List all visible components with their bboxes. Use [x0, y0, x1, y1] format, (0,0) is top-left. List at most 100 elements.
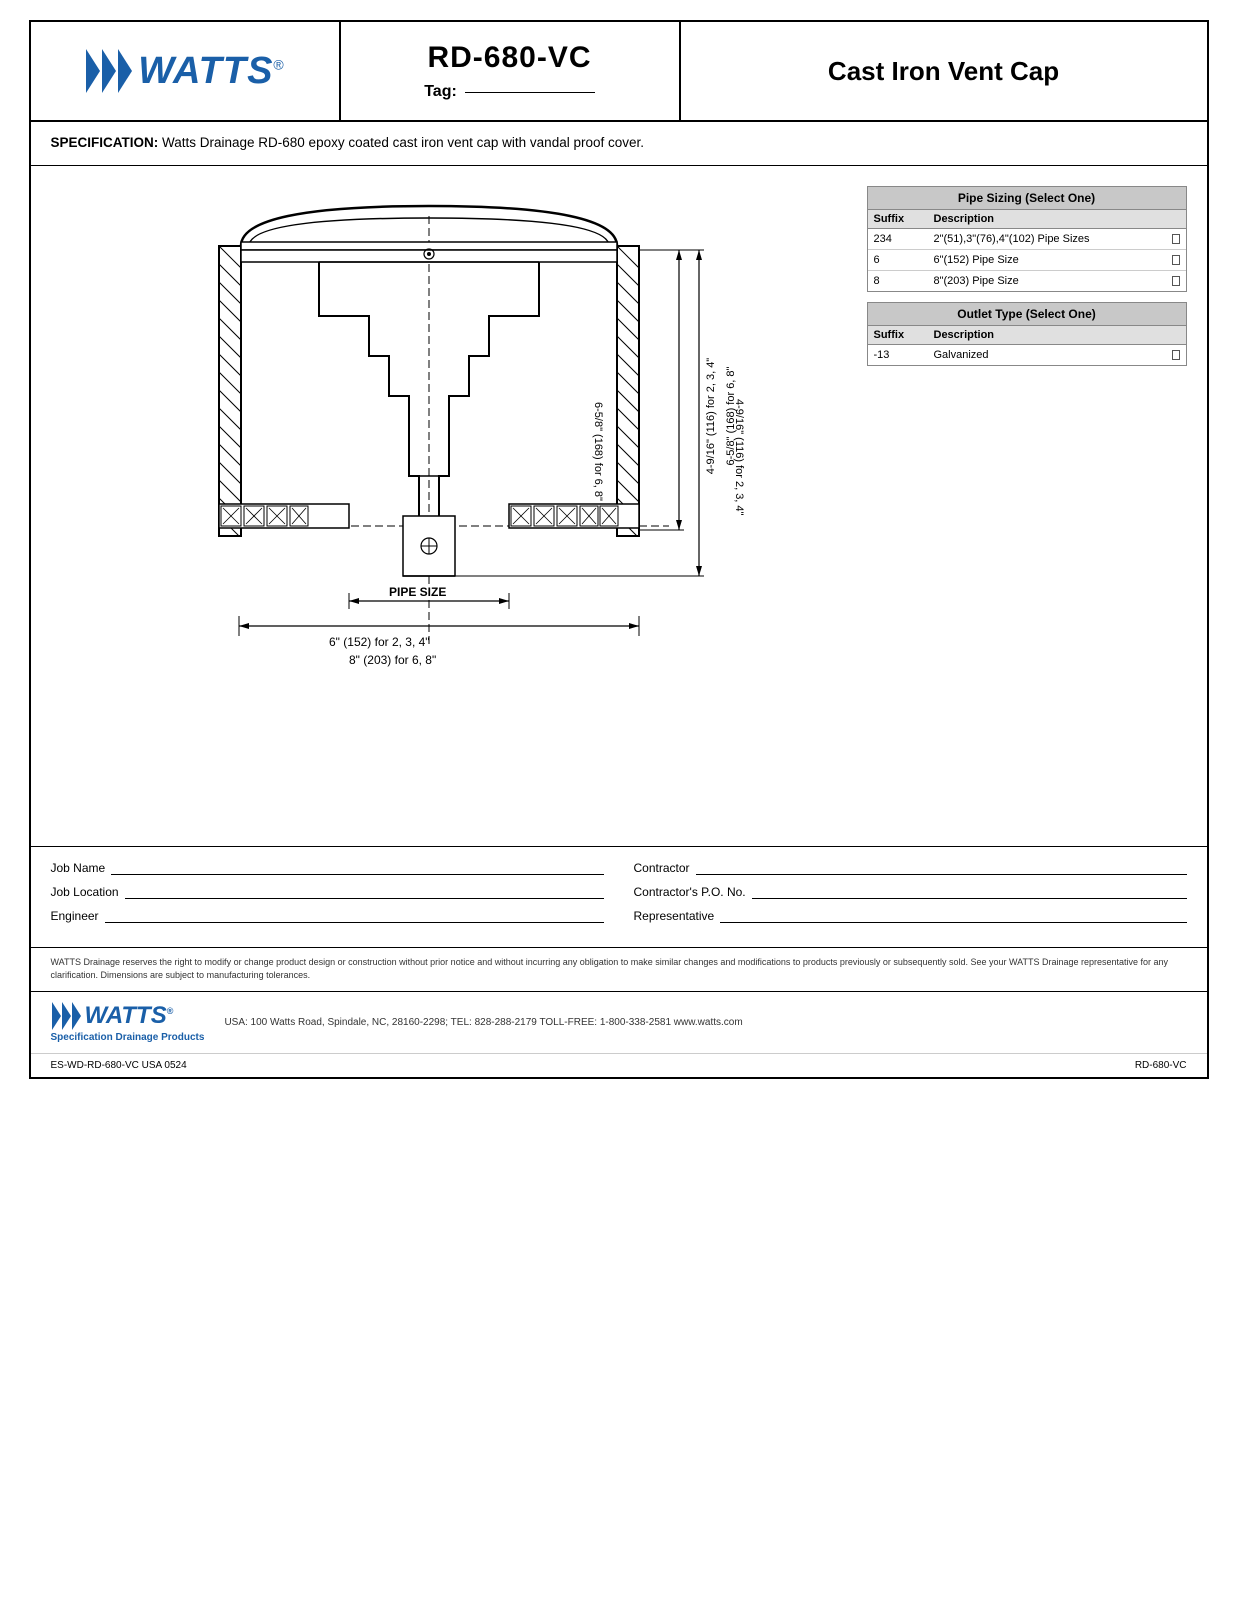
table-row: 234 2"(51),3"(76),4"(102) Pipe Sizes — [868, 229, 1186, 250]
form-section: Job Name Contractor Job Location Contrac… — [31, 846, 1207, 947]
po-underline — [752, 885, 1187, 899]
desc-8: 8"(203) Pipe Size — [928, 273, 1166, 289]
diagram-area: 4-9/16" (116) for 2, 3, 4" 6-5/8" (168) … — [51, 186, 847, 826]
tag-underline — [465, 92, 595, 93]
footer-watts-brand: WATTS® — [85, 1002, 174, 1030]
outlet-type-header: Outlet Type (Select One) — [868, 303, 1186, 326]
job-location-field: Job Location — [51, 885, 604, 899]
job-name-field: Job Name — [51, 861, 604, 875]
checkbox-icon[interactable] — [1172, 276, 1180, 286]
job-location-label: Job Location — [51, 885, 119, 899]
contractor-field: Contractor — [634, 861, 1187, 875]
checkbox-icon[interactable] — [1172, 350, 1180, 360]
pipe-sizing-col-headers: Suffix Description — [868, 210, 1186, 229]
tag-line: Tag: — [424, 83, 595, 101]
suffix-234: 234 — [868, 231, 928, 247]
desc-galvanized: Galvanized — [928, 347, 1166, 363]
checkbox-icon[interactable] — [1172, 234, 1180, 244]
header-title-section: Cast Iron Vent Cap — [681, 22, 1207, 120]
logo-section: WATTS® — [31, 22, 341, 120]
page-container: WATTS® RD-680-VC Tag: Cast Iron Vent Cap… — [29, 20, 1209, 1079]
svg-text:6-5/8" (168) for 6, 8": 6-5/8" (168) for 6, 8" — [725, 366, 737, 465]
chevron-3-icon — [118, 49, 132, 93]
suffix-8: 8 — [868, 273, 928, 289]
footer-chevron-2-icon — [62, 1002, 71, 1030]
chevron-1-icon — [86, 49, 100, 93]
technical-drawing: 4-9/16" (116) for 2, 3, 4" 6-5/8" (168) … — [51, 186, 847, 746]
engineer-label: Engineer — [51, 909, 99, 923]
product-title: Cast Iron Vent Cap — [828, 56, 1059, 87]
spec-line: SPECIFICATION: Watts Drainage RD-680 epo… — [31, 122, 1207, 166]
part-number-right: RD-680-VC — [1135, 1060, 1187, 1071]
footer-tagline: Specification Drainage Products — [51, 1032, 205, 1043]
pipe-sizing-table: Pipe Sizing (Select One) Suffix Descript… — [867, 186, 1187, 292]
contractor-label: Contractor — [634, 861, 690, 875]
footer-watts-mark: WATTS® — [51, 1002, 174, 1030]
watts-brand-text: WATTS® — [138, 50, 285, 93]
desc-6: 6"(152) Pipe Size — [928, 252, 1166, 268]
footer-address: USA: 100 Watts Road, Spindale, NC, 28160… — [224, 1017, 1186, 1028]
representative-field: Representative — [634, 909, 1187, 923]
col-select-label — [1166, 210, 1186, 228]
outlet-col-select — [1166, 326, 1186, 344]
outlet-col-desc: Description — [928, 326, 1166, 344]
footer-logo: WATTS® Specification Drainage Products — [51, 1002, 205, 1043]
outlet-col-suffix: Suffix — [868, 326, 928, 344]
desc-234: 2"(51),3"(76),4"(102) Pipe Sizes — [928, 231, 1166, 247]
engineer-field: Engineer — [51, 909, 604, 923]
outlet-type-table: Outlet Type (Select One) Suffix Descript… — [867, 302, 1187, 366]
footer-registered-icon: ® — [167, 1006, 174, 1016]
job-name-underline — [111, 861, 603, 875]
svg-text:8" (203) for 6, 8": 8" (203) for 6, 8" — [349, 653, 436, 667]
check-6[interactable] — [1166, 252, 1186, 268]
form-row-2: Job Location Contractor's P.O. No. — [51, 885, 1187, 899]
bottom-meta: ES-WD-RD-680-VC USA 0524 RD-680-VC — [31, 1053, 1207, 1077]
check-8[interactable] — [1166, 273, 1186, 289]
contractor-underline — [696, 861, 1187, 875]
chevron-2-icon — [102, 49, 116, 93]
form-row-1: Job Name Contractor — [51, 861, 1187, 875]
representative-label: Representative — [634, 909, 715, 923]
engineer-underline — [105, 909, 604, 923]
model-number: RD-680-VC — [427, 41, 591, 75]
spec-label: SPECIFICATION: — [51, 135, 159, 150]
po-field: Contractor's P.O. No. — [634, 885, 1187, 899]
header-middle: RD-680-VC Tag: — [341, 22, 681, 120]
footer: WATTS® Specification Drainage Products U… — [31, 991, 1207, 1053]
svg-text:6-5/8" (168) for 6, 8": 6-5/8" (168) for 6, 8" — [592, 402, 604, 501]
watts-logo-mark: WATTS® — [84, 49, 285, 93]
po-label: Contractor's P.O. No. — [634, 885, 746, 899]
form-row-3: Engineer Representative — [51, 909, 1187, 923]
part-number-left: ES-WD-RD-680-VC USA 0524 — [51, 1060, 187, 1071]
svg-text:4-9/16" (116) for 2, 3, 4": 4-9/16" (116) for 2, 3, 4" — [705, 358, 717, 475]
spec-text: Watts Drainage RD-680 epoxy coated cast … — [158, 135, 644, 150]
footer-chevrons-icon — [51, 1002, 81, 1030]
table-row: 8 8"(203) Pipe Size — [868, 271, 1186, 291]
job-location-underline — [125, 885, 604, 899]
svg-text:6" (152) for 2, 3, 4": 6" (152) for 2, 3, 4" — [329, 635, 430, 649]
table-row: -13 Galvanized — [868, 345, 1186, 365]
col-description-label: Description — [928, 210, 1166, 228]
footer-chevron-1-icon — [52, 1002, 61, 1030]
table-row: 6 6"(152) Pipe Size — [868, 250, 1186, 271]
main-content: 4-9/16" (116) for 2, 3, 4" 6-5/8" (168) … — [31, 166, 1207, 846]
checkbox-icon[interactable] — [1172, 255, 1180, 265]
sidebar-tables: Pipe Sizing (Select One) Suffix Descript… — [867, 186, 1187, 826]
check-234[interactable] — [1166, 231, 1186, 247]
check-galvanized[interactable] — [1166, 347, 1186, 363]
header: WATTS® RD-680-VC Tag: Cast Iron Vent Cap — [31, 22, 1207, 122]
suffix-6: 6 — [868, 252, 928, 268]
pipe-sizing-header: Pipe Sizing (Select One) — [868, 187, 1186, 210]
job-name-label: Job Name — [51, 861, 106, 875]
disclaimer-text: WATTS Drainage reserves the right to mod… — [51, 957, 1169, 981]
registered-icon: ® — [273, 56, 284, 72]
outlet-col-headers: Suffix Description — [868, 326, 1186, 345]
watts-logo: WATTS® — [84, 49, 285, 93]
representative-underline — [720, 909, 1186, 923]
footer-chevron-3-icon — [72, 1002, 81, 1030]
disclaimer-section: WATTS Drainage reserves the right to mod… — [31, 947, 1207, 991]
suffix-13: -13 — [868, 347, 928, 363]
watts-chevrons-icon — [84, 49, 132, 93]
svg-text:PIPE SIZE: PIPE SIZE — [389, 585, 446, 599]
tag-label: Tag: — [424, 83, 457, 101]
